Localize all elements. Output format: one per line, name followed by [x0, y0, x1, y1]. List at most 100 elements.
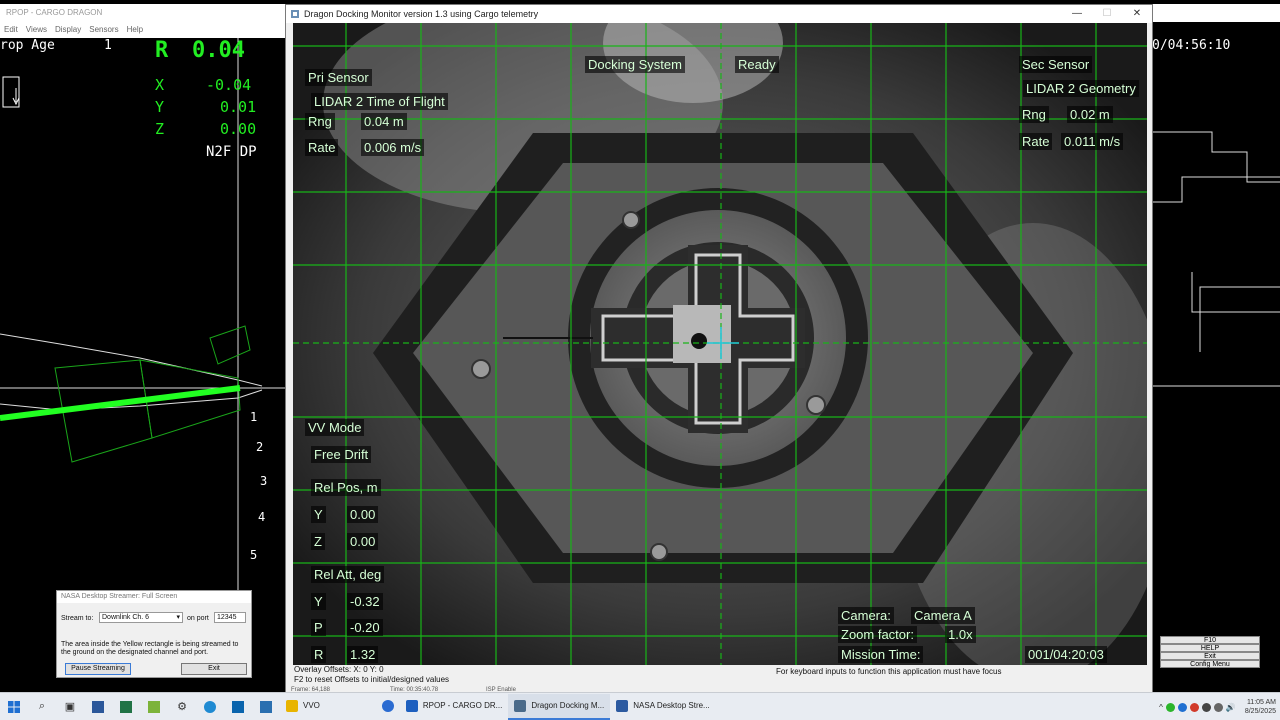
excel-icon[interactable] — [112, 693, 140, 720]
system-tray: ^ 🔊 11:05 AM 8/25/2025 — [1159, 693, 1276, 720]
rel-att-r-value: 1.32 — [347, 646, 379, 663]
desktop: RPOP - CARGO DRAGON Edit Views Display S… — [0, 0, 1280, 720]
tray-app-icon[interactable] — [1177, 702, 1187, 712]
chevron-up-icon[interactable]: ^ — [1159, 703, 1163, 712]
close-button[interactable]: ✕ — [1122, 5, 1152, 23]
search-icon[interactable]: ⌕ — [28, 693, 56, 720]
rpop-title-bar: RPOP - CARGO DRAGON — [0, 4, 290, 22]
window-title-bar[interactable]: Dragon Docking Monitor version 1.3 using… — [286, 5, 1152, 23]
windows-start-icon[interactable] — [0, 693, 28, 720]
rel-att-label: Rel Att, deg — [311, 566, 385, 583]
rpop-menu-sensors[interactable]: Sensors — [89, 25, 118, 35]
rpop-menu-edit[interactable]: Edit — [4, 25, 18, 35]
taskbar: ⌕ ▣ ⚙ VVO RPOP - CARGO DR... Dragon Dock… — [0, 692, 1280, 720]
taskbar-app-streamer[interactable]: NASA Desktop Stre... — [610, 694, 715, 720]
pri-sensor-value: LIDAR 2 Time of Flight — [311, 93, 448, 110]
pri-sensor-label: Pri Sensor — [305, 69, 372, 86]
camera-value: Camera A — [911, 607, 975, 624]
edge-icon[interactable] — [196, 693, 224, 720]
exit-button[interactable]: Exit — [181, 663, 247, 675]
taskbar-app-chrome[interactable] — [376, 694, 400, 720]
vim-icon[interactable] — [140, 693, 168, 720]
streamer-dialog: NASA Desktop Streamer: Full Screen Strea… — [56, 590, 252, 678]
taskbar-app-rpop[interactable]: RPOP - CARGO DR... — [400, 694, 508, 720]
sec-range-label: Rng — [1019, 106, 1049, 123]
rpop-menu-help[interactable]: Help — [127, 25, 143, 35]
volume-icon[interactable]: 🔊 — [1226, 703, 1236, 712]
rpop-menu-display[interactable]: Display — [55, 25, 81, 35]
right-app-panel: 0/04:56:10 F10 HELP Exit Config Menu — [1152, 22, 1280, 678]
taskbar-app-label: RPOP - CARGO DR... — [422, 701, 503, 710]
f10-key[interactable]: F10 — [1160, 636, 1260, 644]
y-label: Y — [155, 98, 165, 116]
tray-app-icon[interactable] — [1165, 702, 1175, 712]
right-app-title-bar — [1152, 4, 1280, 22]
zoom-label: Zoom factor: — [838, 626, 917, 643]
rel-pos-z-label: Z — [311, 533, 325, 550]
rel-pos-label: Rel Pos, m — [311, 479, 381, 496]
axis-tick: 4 — [258, 510, 266, 524]
rpop-menu-bar: Edit Views Display Sensors Help — [0, 22, 290, 38]
y-value: 0.01 — [220, 98, 257, 116]
docking-system-label: Docking System — [585, 56, 685, 73]
vv-mode-label: VV Mode — [305, 419, 365, 436]
focus-hint: For keyboard inputs to function this app… — [776, 667, 1002, 676]
vv-mode-value: Free Drift — [311, 446, 372, 463]
app-icon[interactable] — [252, 693, 280, 720]
axis-tick: 1 — [250, 410, 258, 424]
rpop-menu-views[interactable]: Views — [26, 25, 47, 35]
streamer-info: The area inside the Yellow rectangle is … — [61, 641, 239, 656]
taskbar-app-label: VVO — [303, 701, 320, 710]
rpop-panel: rop Age 1 R 0.04 X -0.04 Y 0.01 Z 0.00 N… — [0, 38, 290, 678]
port-input[interactable]: 12345 — [214, 612, 246, 623]
clock-date: 8/25/2025 — [1244, 708, 1276, 715]
mission-time-label: Mission Time: — [838, 646, 924, 663]
network-icon[interactable] — [1213, 702, 1223, 712]
function-key-panel: F10 HELP Exit Config Menu — [1160, 636, 1260, 668]
sec-rate-label: Rate — [1019, 133, 1053, 150]
camera-label: Camera: — [838, 607, 894, 624]
streamer-icon — [616, 699, 629, 712]
tray-app-icon[interactable] — [1189, 702, 1199, 712]
help-key[interactable]: HELP — [1160, 644, 1260, 652]
sec-sensor-value: LIDAR 2 Geometry — [1023, 80, 1139, 97]
port-label: on port — [187, 615, 209, 622]
stream-to-label: Stream to: — [61, 615, 94, 622]
stream-to-select[interactable]: Downlink Ch. 6 ▾ — [99, 612, 183, 623]
word-icon[interactable] — [84, 693, 112, 720]
mode-label: N2F DP — [206, 144, 257, 160]
camera-video-feed: Pri Sensor LIDAR 2 Time of Flight Rng 0.… — [293, 23, 1147, 665]
streamer-title[interactable]: NASA Desktop Streamer: Full Screen — [57, 591, 251, 603]
maximize-button[interactable]: ☐ — [1092, 5, 1122, 23]
task-view-icon[interactable]: ▣ — [56, 693, 84, 720]
docking-system-status: Ready — [735, 56, 779, 73]
taskbar-app-label: Dragon Docking M... — [531, 701, 605, 710]
tools-icon[interactable]: ⚙ — [168, 693, 196, 720]
rel-att-y-label: Y — [311, 593, 326, 610]
rpop-icon — [405, 699, 418, 712]
rel-pos-z-value: 0.00 — [347, 533, 379, 550]
minimize-button[interactable]: — — [1062, 5, 1092, 23]
rel-att-y-value: -0.32 — [347, 593, 383, 610]
window-controls: — ☐ ✕ — [1062, 5, 1152, 23]
pri-range-label: Rng — [305, 113, 335, 130]
app-icon — [291, 10, 299, 18]
prop-age-label: rop Age — [0, 38, 55, 53]
rel-att-r-label: R — [311, 646, 327, 663]
outlook-icon[interactable] — [224, 693, 252, 720]
axis-tick: 3 — [260, 474, 268, 488]
right-app-plot — [1152, 131, 1280, 387]
taskbar-app-docking-monitor[interactable]: Dragon Docking M... — [508, 693, 611, 720]
rel-att-p-label: P — [311, 619, 326, 636]
z-value: 0.00 — [220, 120, 257, 138]
range-value: 0.04 — [192, 38, 245, 63]
taskbar-clock[interactable]: 11:05 AM 8/25/2025 — [1245, 698, 1276, 716]
x-value: -0.04 — [206, 76, 252, 94]
pause-streaming-button[interactable]: Pause Streaming — [65, 663, 131, 675]
config-menu-key[interactable]: Config Menu — [1160, 660, 1260, 668]
taskbar-app-vvo[interactable]: VVO — [280, 694, 326, 720]
axis-tick: 2 — [256, 440, 264, 454]
x-label: X — [155, 76, 165, 94]
exit-key[interactable]: Exit — [1160, 652, 1260, 660]
tray-app-icon[interactable] — [1201, 702, 1211, 712]
